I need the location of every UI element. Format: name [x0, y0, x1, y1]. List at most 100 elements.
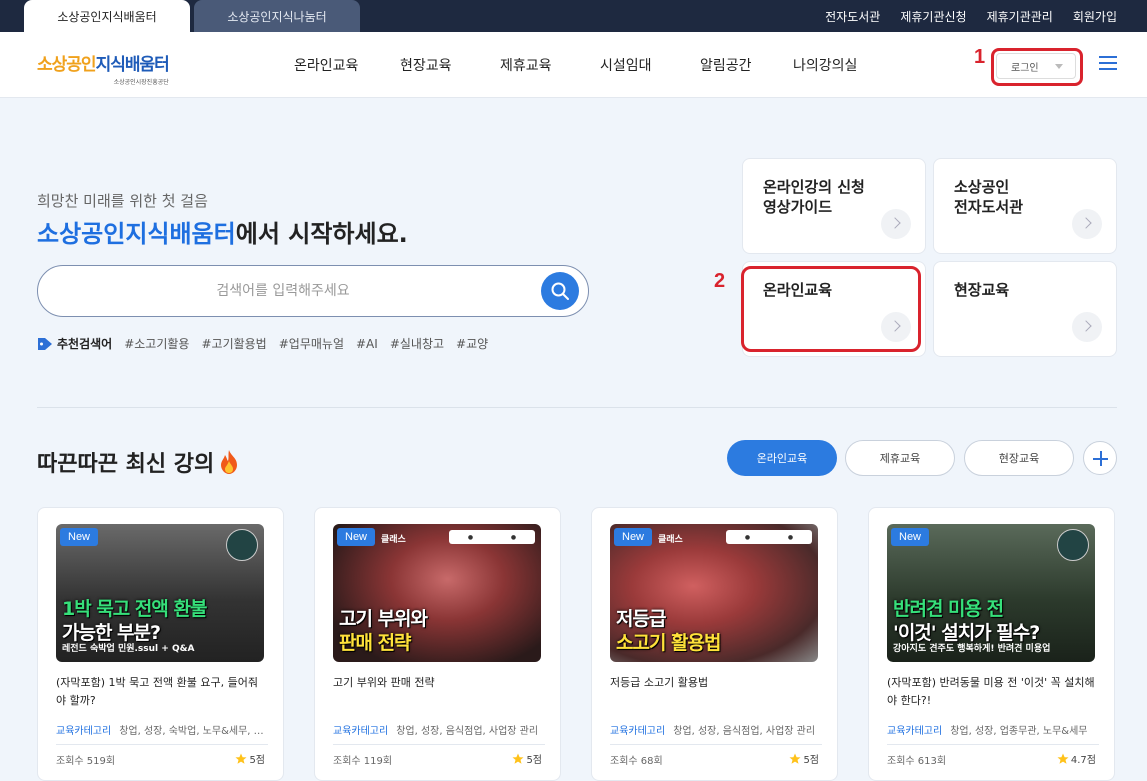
tab-learning-site[interactable]: 소상공인지식배움터 [24, 0, 190, 32]
link-partner-manage[interactable]: 제휴기관관리 [987, 8, 1053, 25]
hero-title: 소상공인지식배움터에서 시작하세요. [37, 214, 408, 249]
course-rating: 5점 [512, 751, 542, 766]
tag-item[interactable]: #AI [356, 337, 378, 351]
channel-logo [226, 529, 258, 561]
quick-card-e-library[interactable]: 소상공인 전자도서관 [933, 158, 1117, 254]
search-input[interactable] [58, 278, 508, 304]
star-icon [789, 753, 801, 764]
tags-label: 추천검색어 [37, 335, 112, 352]
new-badge: New [337, 528, 376, 546]
annotation-number-2: 2 [714, 270, 726, 292]
chevron-right-icon [1072, 209, 1102, 239]
tag-item[interactable]: #실내창고 [390, 335, 444, 352]
nav-field-education[interactable]: 현장교육 [400, 32, 452, 98]
annotation-box-2 [741, 266, 921, 352]
course-card[interactable]: New 클래스 ● ● 고기 부위와 판매 전략 고기 부위와 판매 전략 교육카… [314, 507, 561, 781]
nav-partner-education[interactable]: 제휴교육 [500, 32, 552, 98]
view-count: 조회수 613회 [887, 756, 947, 767]
tag-item[interactable]: #고기활용법 [201, 335, 266, 352]
recommended-tags: 추천검색어 #소고기활용 #고기활용법 #업무매뉴얼 #AI #실내창고 #교양 [37, 335, 488, 352]
latest-section-title: 따끈따끈 최신 강의 [37, 446, 240, 478]
course-thumbnail[interactable]: New 클래스 ● ● 저등급 소고기 활용법 [610, 524, 818, 662]
thumb-text: 판매 전략 [339, 632, 412, 654]
new-badge: New [614, 528, 653, 546]
quick-card-title: 온라인강의 신청 영상가이드 [763, 178, 865, 216]
course-title[interactable]: (자막포함) 반려동물 미용 전 '이것' 꼭 설치해야 한다?! [887, 674, 1099, 710]
filter-field-education[interactable]: 현장교육 [964, 440, 1074, 476]
course-category: 교육카테고리 창업, 성장, 음식점업, 사업장 관리 [333, 722, 545, 745]
new-badge: New [891, 528, 930, 546]
chevron-right-icon [881, 209, 911, 239]
logo-subtitle: 소상공인시장진흥공단 [113, 79, 169, 86]
nav-online-education[interactable]: 온라인교육 [294, 32, 358, 98]
quick-card-title: 소상공인 전자도서관 [954, 178, 1024, 216]
filter-partner-education[interactable]: 제휴교육 [845, 440, 955, 476]
view-count: 조회수 119회 [333, 756, 393, 767]
star-icon [512, 753, 524, 764]
tag-item[interactable]: #교양 [456, 335, 488, 352]
thumb-text: 1박 묵고 전액 환불 [62, 598, 207, 620]
thumb-text: 고기 부위와 [339, 608, 428, 630]
channel-logo [1057, 529, 1089, 561]
course-title[interactable]: 저등급 소고기 활용법 [610, 674, 822, 692]
course-card[interactable]: New 1박 묵고 전액 환불 가능한 부분? 레전드 숙박업 민원.ssul … [37, 507, 284, 781]
course-category: 교육카테고리 창업, 성장, 음식점업, 사업장 관리 [610, 722, 822, 745]
course-title[interactable]: (자막포함) 1박 묵고 전액 환불 요구, 들어줘야 할까? [56, 674, 268, 710]
annotation-number-1: 1 [974, 46, 986, 68]
chevron-right-icon [1072, 312, 1102, 342]
course-thumbnail[interactable]: New 1박 묵고 전액 환불 가능한 부분? 레전드 숙박업 민원.ssul … [56, 524, 264, 662]
search-icon [551, 282, 569, 300]
site-logo[interactable]: 소상공인지식배움터 소상공인시장진흥공단 [37, 50, 170, 86]
search-button[interactable] [541, 272, 579, 310]
course-category: 교육카테고리 창업, 성장, 숙박업, 노무&세무, 기타 [56, 722, 268, 745]
quick-card-video-guide[interactable]: 온라인강의 신청 영상가이드 [742, 158, 926, 254]
thumb-caption: 강아지도 견주도 행복하게! 반려견 미용업 [893, 644, 1051, 654]
thumb-brand: 클래스 [658, 535, 683, 545]
fire-icon [221, 450, 238, 474]
link-signup[interactable]: 회원가입 [1073, 8, 1117, 25]
menu-icon[interactable] [1099, 56, 1117, 70]
thumb-caption: 레전드 숙박업 민원.ssul + Q&A [62, 644, 195, 654]
section-divider [37, 407, 1117, 408]
logo-text-1: 소상공인 [37, 55, 97, 75]
quick-card-field-education[interactable]: 현장교육 [933, 261, 1117, 357]
hero-title-highlight: 소상공인지식배움터 [37, 220, 236, 248]
view-count: 조회수 519회 [56, 756, 116, 767]
course-card[interactable]: New 반려견 미용 전 '이것' 설치가 필수? 강아지도 견주도 행복하게!… [868, 507, 1115, 781]
more-plus-button[interactable] [1083, 441, 1117, 475]
partner-logos: ● ● [726, 530, 812, 544]
logo-text-2: 지식배움터 [95, 55, 170, 75]
star-icon [1057, 753, 1069, 764]
thumb-text: 저등급 [616, 608, 666, 630]
tag-item[interactable]: #업무매뉴얼 [279, 335, 344, 352]
partner-logos: ● ● [449, 530, 535, 544]
view-count: 조회수 68회 [610, 756, 663, 767]
link-e-library[interactable]: 전자도서관 [825, 8, 880, 25]
course-rating: 5점 [789, 751, 819, 766]
nav-my-classroom[interactable]: 나의강의실 [793, 32, 857, 98]
nav-facility-rental[interactable]: 시설임대 [600, 32, 652, 98]
link-partner-apply[interactable]: 제휴기관신청 [900, 8, 966, 25]
hero-subtitle: 희망찬 미래를 위한 첫 걸음 [37, 192, 208, 210]
course-card[interactable]: New 클래스 ● ● 저등급 소고기 활용법 저등급 소고기 활용법 교육카테고… [591, 507, 838, 781]
course-rating: 4.7점 [1057, 751, 1096, 766]
star-icon [235, 753, 247, 764]
search-box [37, 265, 589, 317]
course-rating: 5점 [235, 751, 265, 766]
hero-title-rest: 에서 시작하세요. [235, 220, 408, 248]
course-category: 교육카테고리 창업, 성장, 업종무관, 노무&세무 [887, 722, 1099, 745]
thumb-text: 소고기 활용법 [616, 632, 721, 654]
tab-sharing-site[interactable]: 소상공인지식나눔터 [194, 0, 360, 32]
course-thumbnail[interactable]: New 반려견 미용 전 '이것' 설치가 필수? 강아지도 견주도 행복하게!… [887, 524, 1095, 662]
thumb-brand: 클래스 [381, 535, 406, 545]
course-title[interactable]: 고기 부위와 판매 전략 [333, 674, 545, 692]
nav-notice[interactable]: 알림공간 [700, 32, 752, 98]
top-bar: 소상공인지식배움터 소상공인지식나눔터 전자도서관 제휴기관신청 제휴기관관리 … [0, 0, 1147, 32]
thumb-text: 반려견 미용 전 [893, 598, 1004, 620]
filter-online-education[interactable]: 온라인교육 [727, 440, 837, 476]
quick-card-title: 현장교육 [954, 281, 1010, 299]
top-links: 전자도서관 제휴기관신청 제휴기관관리 회원가입 [825, 0, 1117, 32]
tag-item[interactable]: #소고기활용 [124, 335, 189, 352]
tag-icon [38, 337, 52, 350]
course-thumbnail[interactable]: New 클래스 ● ● 고기 부위와 판매 전략 [333, 524, 541, 662]
